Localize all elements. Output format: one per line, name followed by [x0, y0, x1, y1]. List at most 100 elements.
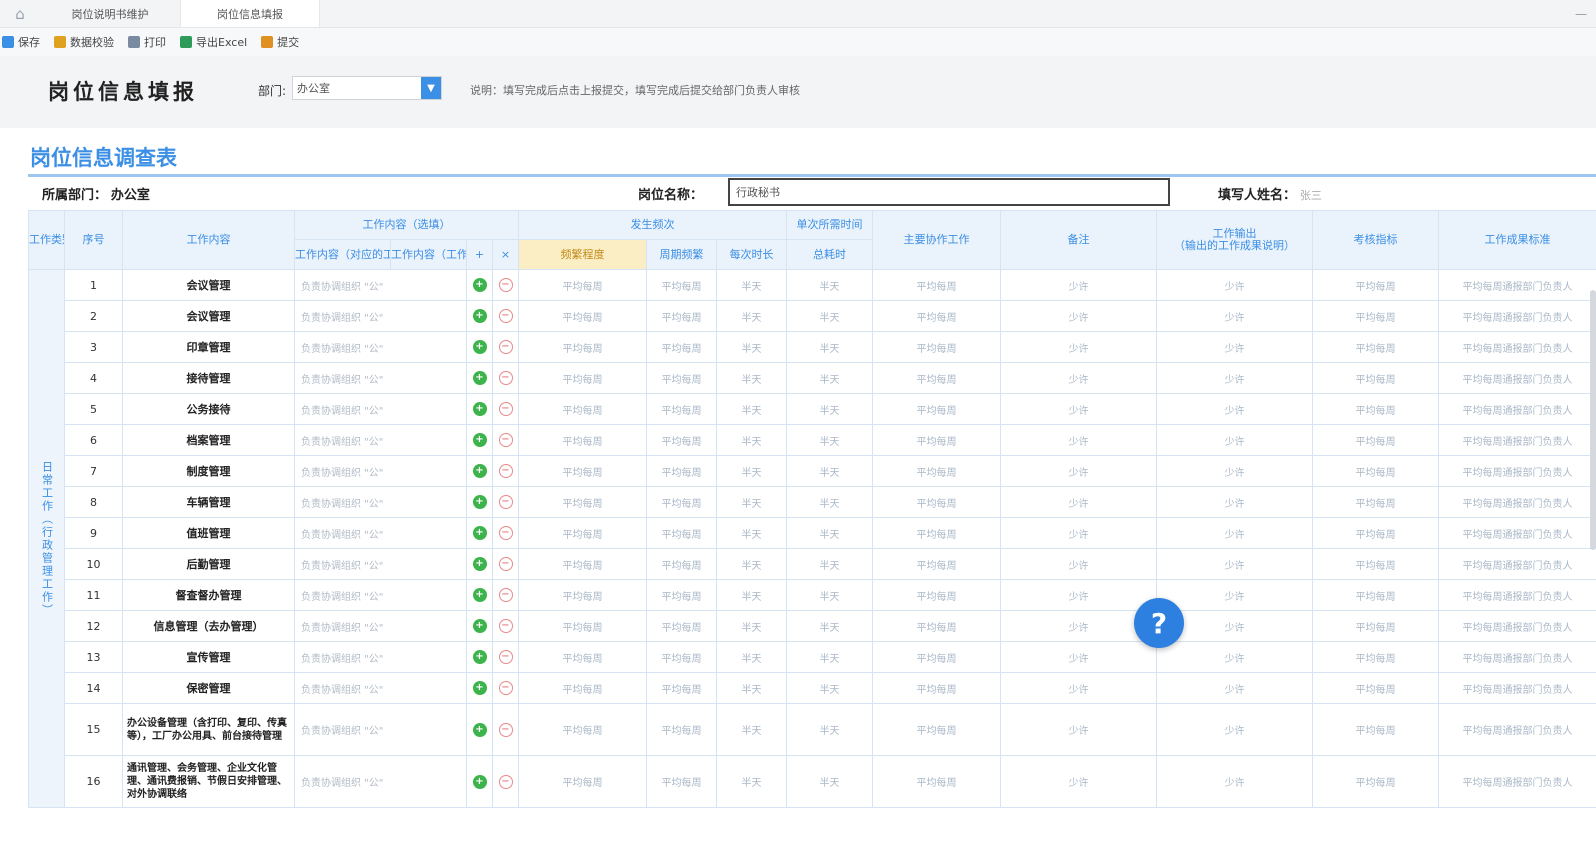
load-cell[interactable]: 半天 [786, 548, 873, 580]
standard-cell[interactable]: 平均每周通报部门负责人 [1438, 755, 1596, 808]
delete-row-icon[interactable]: − [498, 309, 513, 323]
freq-a-cell[interactable]: 平均每周 [518, 455, 647, 487]
freq-b-cell[interactable]: 平均每周 [646, 300, 717, 332]
standard-cell[interactable]: 平均每周通报部门负责人 [1438, 703, 1596, 756]
detail-cell[interactable]: 负责协调组织 "公" [294, 641, 467, 673]
delete-row-icon[interactable]: − [498, 464, 513, 478]
standard-cell[interactable]: 平均每周通报部门负责人 [1438, 455, 1596, 487]
freq-b-cell[interactable]: 平均每周 [646, 703, 717, 756]
assess-cell[interactable]: 平均每周 [1312, 755, 1439, 808]
work-content-cell[interactable]: 车辆管理 [122, 486, 295, 518]
remark-cell[interactable]: 少许 [1000, 486, 1157, 518]
related-cell[interactable]: 平均每周 [872, 548, 1001, 580]
add-row-icon[interactable]: + [472, 371, 487, 385]
related-cell[interactable]: 平均每周 [872, 610, 1001, 642]
result-cell[interactable]: 少许 [1156, 300, 1313, 332]
freq-b-cell[interactable]: 平均每周 [646, 610, 717, 642]
add-row-icon[interactable]: + [472, 495, 487, 509]
add-row-icon[interactable]: + [472, 526, 487, 540]
freq-b-cell[interactable]: 平均每周 [646, 517, 717, 549]
freq-b-cell[interactable]: 平均每周 [646, 269, 717, 301]
add-row-icon[interactable]: + [472, 681, 487, 695]
related-cell[interactable]: 平均每周 [872, 579, 1001, 611]
detail-cell[interactable]: 负责协调组织 "公" [294, 703, 467, 756]
delete-row-icon[interactable]: − [498, 557, 513, 571]
load-cell[interactable]: 半天 [786, 672, 873, 704]
work-content-cell[interactable]: 档案管理 [122, 424, 295, 456]
load-cell[interactable]: 半天 [786, 424, 873, 456]
detail-cell[interactable]: 负责协调组织 "公" [294, 672, 467, 704]
save-button[interactable]: 保存 [2, 34, 40, 50]
standard-cell[interactable]: 平均每周通报部门负责人 [1438, 424, 1596, 456]
detail-cell[interactable]: 负责协调组织 "公" [294, 362, 467, 394]
minimize-icon[interactable]: — [1566, 0, 1596, 27]
standard-cell[interactable]: 平均每周通报部门负责人 [1438, 672, 1596, 704]
load-cell[interactable]: 半天 [786, 755, 873, 808]
print-button[interactable]: 打印 [128, 34, 166, 50]
detail-cell[interactable]: 负责协调组织 "公" [294, 610, 467, 642]
load-cell[interactable]: 半天 [786, 300, 873, 332]
standard-cell[interactable]: 平均每周通报部门负责人 [1438, 362, 1596, 394]
freq-c-cell[interactable]: 半天 [716, 610, 787, 642]
remark-cell[interactable]: 少许 [1000, 331, 1157, 363]
result-cell[interactable]: 少许 [1156, 424, 1313, 456]
add-row-icon[interactable]: + [472, 309, 487, 323]
assess-cell[interactable]: 平均每周 [1312, 703, 1439, 756]
delete-row-icon[interactable]: − [498, 433, 513, 447]
freq-b-cell[interactable]: 平均每周 [646, 486, 717, 518]
remark-cell[interactable]: 少许 [1000, 393, 1157, 425]
work-content-cell[interactable]: 会议管理 [122, 269, 295, 301]
assess-cell[interactable]: 平均每周 [1312, 517, 1439, 549]
related-cell[interactable]: 平均每周 [872, 424, 1001, 456]
assess-cell[interactable]: 平均每周 [1312, 455, 1439, 487]
freq-c-cell[interactable]: 半天 [716, 424, 787, 456]
freq-a-cell[interactable]: 平均每周 [518, 703, 647, 756]
freq-c-cell[interactable]: 半天 [716, 517, 787, 549]
load-cell[interactable]: 半天 [786, 641, 873, 673]
related-cell[interactable]: 平均每周 [872, 455, 1001, 487]
freq-a-cell[interactable]: 平均每周 [518, 486, 647, 518]
work-content-cell[interactable]: 宣传管理 [122, 641, 295, 673]
standard-cell[interactable]: 平均每周通报部门负责人 [1438, 579, 1596, 611]
result-cell[interactable]: 少许 [1156, 641, 1313, 673]
work-content-cell[interactable]: 办公设备管理（含打印、复印、传真等），工厂办公用具、前台接待管理 [122, 703, 295, 756]
assess-cell[interactable]: 平均每周 [1312, 486, 1439, 518]
freq-a-cell[interactable]: 平均每周 [518, 641, 647, 673]
add-row-icon[interactable]: + [472, 557, 487, 571]
standard-cell[interactable]: 平均每周通报部门负责人 [1438, 610, 1596, 642]
add-row-icon[interactable]: + [472, 278, 487, 292]
freq-b-cell[interactable]: 平均每周 [646, 424, 717, 456]
freq-c-cell[interactable]: 半天 [716, 703, 787, 756]
assess-cell[interactable]: 平均每周 [1312, 548, 1439, 580]
detail-cell[interactable]: 负责协调组织 "公" [294, 455, 467, 487]
freq-a-cell[interactable]: 平均每周 [518, 300, 647, 332]
submit-button[interactable]: 提交 [261, 34, 299, 50]
post-name-input[interactable]: 行政秘书 [728, 178, 1170, 206]
standard-cell[interactable]: 平均每周通报部门负责人 [1438, 300, 1596, 332]
remark-cell[interactable]: 少许 [1000, 424, 1157, 456]
load-cell[interactable]: 半天 [786, 455, 873, 487]
assess-cell[interactable]: 平均每周 [1312, 393, 1439, 425]
work-content-cell[interactable]: 后勤管理 [122, 548, 295, 580]
validate-button[interactable]: 数据校验 [54, 34, 114, 50]
delete-row-icon[interactable]: − [498, 588, 513, 602]
assess-cell[interactable]: 平均每周 [1312, 300, 1439, 332]
load-cell[interactable]: 半天 [786, 486, 873, 518]
freq-c-cell[interactable]: 半天 [716, 269, 787, 301]
remark-cell[interactable]: 少许 [1000, 269, 1157, 301]
freq-c-cell[interactable]: 半天 [716, 300, 787, 332]
filler-value[interactable]: 张三 [1300, 189, 1322, 202]
detail-cell[interactable]: 负责协调组织 "公" [294, 579, 467, 611]
detail-cell[interactable]: 负责协调组织 "公" [294, 517, 467, 549]
freq-b-cell[interactable]: 平均每周 [646, 331, 717, 363]
load-cell[interactable]: 半天 [786, 269, 873, 301]
add-row-icon[interactable]: + [472, 774, 487, 789]
tab-post-info-fill[interactable]: 岗位信息填报 [180, 0, 320, 27]
assess-cell[interactable]: 平均每周 [1312, 672, 1439, 704]
add-row-icon[interactable]: + [472, 650, 487, 664]
freq-b-cell[interactable]: 平均每周 [646, 755, 717, 808]
load-cell[interactable]: 半天 [786, 362, 873, 394]
result-cell[interactable]: 少许 [1156, 362, 1313, 394]
freq-b-cell[interactable]: 平均每周 [646, 362, 717, 394]
result-cell[interactable]: 少许 [1156, 672, 1313, 704]
